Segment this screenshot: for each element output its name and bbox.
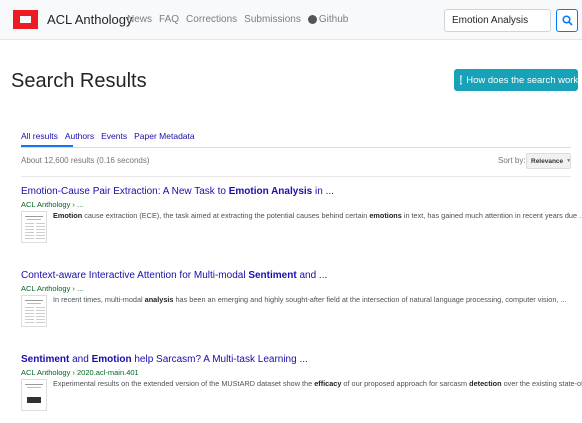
sort-value: Relevance bbox=[531, 157, 564, 165]
search-help-label: How does the search work? bbox=[466, 74, 582, 86]
paper-thumbnail[interactable] bbox=[21, 379, 47, 411]
search-result: Sentiment and Emotion help Sarcasm? A Mu… bbox=[21, 354, 582, 415]
nav-github-link[interactable]: Github bbox=[307, 14, 349, 25]
nav-faq-link[interactable]: FAQ bbox=[159, 14, 179, 25]
result-title-link[interactable]: Context-aware Interactive Attention for … bbox=[21, 270, 576, 281]
result-cite[interactable]: ACL Anthology › ... bbox=[21, 284, 576, 293]
search-button[interactable] bbox=[556, 9, 578, 32]
github-icon bbox=[307, 15, 317, 24]
nav-submissions-link[interactable]: Submissions bbox=[244, 14, 301, 25]
page-title: Search Results bbox=[11, 70, 147, 92]
result-snippet: Experimental results on the extended ver… bbox=[53, 379, 582, 388]
search-result: Emotion-Cause Pair Extraction: A New Tas… bbox=[21, 186, 582, 247]
result-tabs: All results Authors Events Paper Metadat… bbox=[21, 131, 195, 141]
paper-thumbnail[interactable] bbox=[21, 211, 47, 243]
nav-github-label: Github bbox=[318, 14, 349, 25]
nav-corrections-link[interactable]: Corrections bbox=[186, 14, 237, 25]
navbar: ACL Anthology News FAQ Corrections Submi… bbox=[0, 0, 582, 40]
nav-links: News FAQ Corrections Submissions Github bbox=[127, 14, 348, 25]
acl-logo-icon[interactable] bbox=[13, 10, 38, 29]
info-icon: i bbox=[460, 75, 463, 85]
search-help-button[interactable]: i How does the search work? bbox=[454, 69, 582, 91]
tab-events[interactable]: Events bbox=[101, 131, 127, 141]
result-title-link[interactable]: Sentiment and Emotion help Sarcasm? A Mu… bbox=[21, 354, 576, 365]
result-cite[interactable]: ACL Anthology › ... bbox=[21, 200, 576, 209]
tab-paper-metadata[interactable]: Paper Metadata bbox=[134, 131, 194, 141]
sort-label: Sort by: bbox=[498, 156, 526, 165]
result-title-link[interactable]: Emotion-Cause Pair Extraction: A New Tas… bbox=[21, 186, 576, 197]
result-cite[interactable]: ACL Anthology › 2020.acl-main.401 bbox=[21, 368, 576, 377]
tab-authors[interactable]: Authors bbox=[65, 131, 94, 141]
tabs-divider bbox=[21, 147, 571, 148]
results-divider bbox=[21, 176, 571, 177]
result-snippet: In recent times, multi-modal analysis ha… bbox=[53, 295, 567, 304]
search-result: Context-aware Interactive Attention for … bbox=[21, 270, 576, 331]
chevron-down-icon: ▼ bbox=[566, 158, 572, 164]
search-icon bbox=[561, 15, 573, 26]
paper-thumbnail[interactable] bbox=[21, 295, 47, 327]
tab-all-results[interactable]: All results bbox=[21, 131, 58, 141]
result-snippet: Emotion cause extraction (ECE), the task… bbox=[53, 211, 582, 220]
nav-news-link[interactable]: News bbox=[127, 14, 152, 25]
search-input[interactable] bbox=[444, 9, 551, 32]
brand-link[interactable]: ACL Anthology bbox=[47, 12, 133, 27]
result-stats: About 12,600 results (0.16 seconds) bbox=[21, 156, 150, 165]
sort-select[interactable]: Relevance ▼ bbox=[526, 153, 571, 169]
